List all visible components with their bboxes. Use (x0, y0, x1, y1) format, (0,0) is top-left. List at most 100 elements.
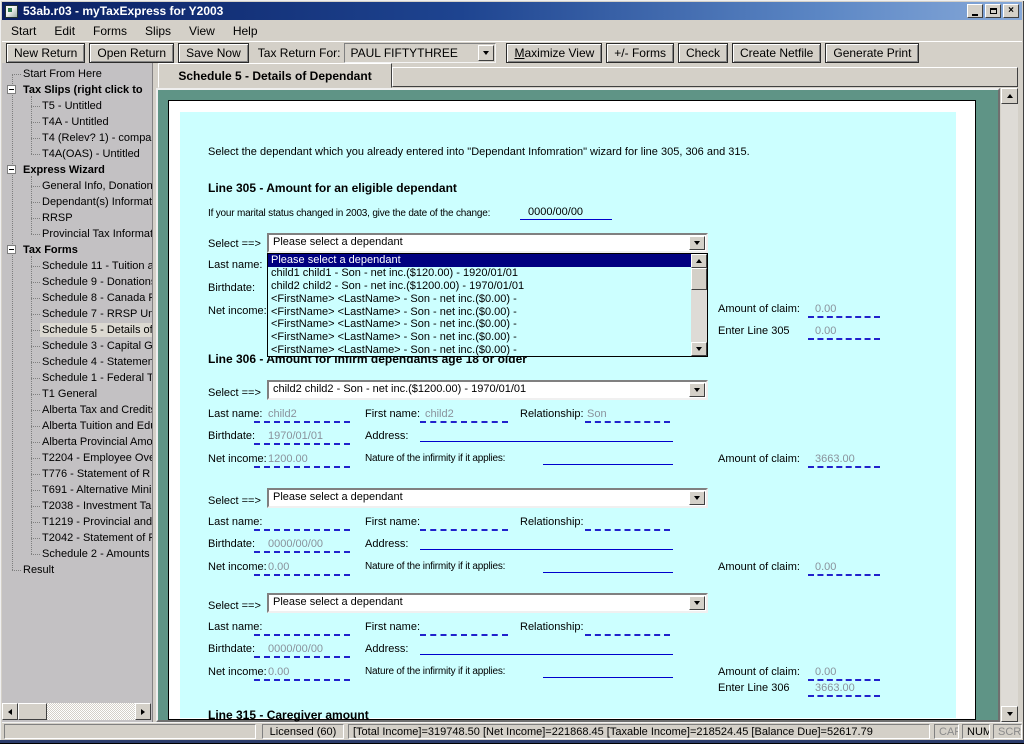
dropdown-option-4[interactable]: <FirstName> <LastName> - Son - net inc.(… (268, 306, 691, 319)
combo-arrow-button[interactable] (689, 596, 705, 610)
dropdown-option-6[interactable]: <FirstName> <LastName> - Son - net inc.(… (268, 331, 691, 344)
tree-expander-icon[interactable] (7, 165, 16, 174)
minimize-button[interactable] (967, 4, 983, 18)
sidebar-item-alberta-provincial-amou[interactable]: Alberta Provincial Amou (40, 434, 153, 450)
dependant-combobox-g3[interactable]: Please select a dependant (267, 593, 708, 613)
sidebar-horizontal-scrollbar[interactable] (2, 703, 151, 720)
dropdown-option-7[interactable]: <FirstName> <LastName> - Son - net inc.(… (268, 344, 691, 357)
menu-item-start[interactable]: Start (2, 21, 45, 41)
menu-item-forms[interactable]: Forms (84, 21, 136, 41)
scroll-up-button[interactable] (691, 254, 707, 268)
combo-arrow-button[interactable] (689, 236, 705, 250)
address-input-g3[interactable] (420, 654, 673, 655)
menu-item-slips[interactable]: Slips (136, 21, 180, 41)
combo-arrow-button[interactable] (689, 491, 705, 505)
sidebar-item-schedule-11-tuition-a[interactable]: Schedule 11 - Tuition a (40, 258, 153, 274)
sidebar-item-t2204-employee-over[interactable]: T2204 - Employee Over (40, 450, 153, 466)
marital-change-underline[interactable] (520, 219, 612, 220)
toolbar-generate-print-button[interactable]: Generate Print (825, 43, 919, 63)
sidebar-item-t2042-statement-of-f[interactable]: T2042 - Statement of F (40, 530, 153, 546)
tax-return-for-combobox[interactable]: PAUL FIFTYTHREE (344, 43, 496, 63)
scroll-up-button[interactable] (1001, 88, 1018, 104)
toolbar-maximize-view-button[interactable]: Maximize View (506, 43, 602, 63)
scrollbar-thumb[interactable] (18, 703, 47, 720)
sidebar-item-label: T1219 - Provincial and (40, 515, 153, 529)
toolbar-open-return-button[interactable]: Open Return (89, 43, 174, 63)
tab-label: Schedule 5 - Details of Dependant (178, 69, 371, 83)
sidebar-item-schedule-8-canada-p[interactable]: Schedule 8 - Canada P (40, 290, 153, 306)
menu-item-edit[interactable]: Edit (45, 21, 84, 41)
sidebar-item-alberta-tuition-and-edu[interactable]: Alberta Tuition and Edu (40, 418, 153, 434)
combo-arrow-button[interactable] (478, 45, 494, 61)
sidebar-item-schedule-9-donations[interactable]: Schedule 9 - Donations (40, 274, 153, 290)
sidebar-item-t4-relev-1-compan[interactable]: T4 (Relev? 1) - compan (40, 130, 153, 146)
sidebar-item-t2038-investment-ta[interactable]: T2038 - Investment Ta (40, 498, 153, 514)
nature-input-g1[interactable] (543, 464, 673, 465)
sidebar-item-t4a-untitled[interactable]: T4A - Untitled (40, 114, 153, 130)
sidebar-item-schedule-1-federal-ta[interactable]: Schedule 1 - Federal Ta (40, 370, 153, 386)
toolbar-create-netfile-button[interactable]: Create Netfile (732, 43, 821, 63)
sidebar-item-t691-alternative-mini[interactable]: T691 - Alternative Mini (40, 482, 153, 498)
scrollbar-thumb[interactable] (691, 268, 707, 290)
dependant-combobox-g1[interactable]: child2 child2 - Son - net inc.($1200.00)… (267, 380, 708, 400)
scroll-down-button[interactable] (691, 342, 707, 356)
toolbar-check-button[interactable]: Check (678, 43, 728, 63)
address-input-g1[interactable] (420, 441, 673, 442)
close-button[interactable]: × (1003, 4, 1019, 18)
toolbar-forms-button[interactable]: +/- Forms (606, 43, 674, 63)
sidebar-item-schedule-7-rrsp-unu[interactable]: Schedule 7 - RRSP Unu (40, 306, 153, 322)
sidebar-item-schedule-4-statement[interactable]: Schedule 4 - Statement (40, 354, 153, 370)
restore-button[interactable] (985, 4, 1001, 18)
menu-item-view[interactable]: View (180, 21, 224, 41)
combo-arrow-button[interactable] (689, 383, 705, 397)
sidebar-item-general-info-donation[interactable]: General Info, Donation (40, 178, 153, 194)
scroll-right-button[interactable] (135, 703, 151, 720)
sidebar-item-schedule-3-capital-ga[interactable]: Schedule 3 - Capital Ga (40, 338, 153, 354)
sidebar-item-t776-statement-of-r[interactable]: T776 - Statement of R (40, 466, 153, 482)
sidebar-item-t1-general[interactable]: T1 General (40, 386, 153, 402)
sidebar-item-result[interactable]: Result (21, 562, 153, 578)
menu-item-help[interactable]: Help (224, 21, 267, 41)
dropdown-option-3[interactable]: <FirstName> <LastName> - Son - net inc.(… (268, 293, 691, 306)
sidebar-item-dependant-s-informat[interactable]: Dependant(s) Informat (40, 194, 153, 210)
tree-expander-icon[interactable] (7, 245, 16, 254)
tree-connector (31, 234, 40, 235)
sidebar-item-rrsp[interactable]: RRSP (40, 210, 153, 226)
tab-schedule5-details-of-dependant[interactable]: Schedule 5 - Details of Dependant (158, 63, 392, 88)
dependant-combobox-305[interactable]: Please select a dependant (267, 233, 708, 253)
dependant-combobox-g2[interactable]: Please select a dependant (267, 488, 708, 508)
birthdate-value-g1: 1970/01/01 (268, 430, 323, 442)
dropdown-option-0[interactable]: Please select a dependant (268, 254, 691, 267)
toolbar-save-now-button[interactable]: Save Now (178, 43, 249, 63)
scroll-left-button[interactable] (2, 703, 18, 720)
sidebar-item-t4a-oas-untitled[interactable]: T4A(OAS) - Untitled (40, 146, 153, 162)
sidebar-item-t1219-provincial-and[interactable]: T1219 - Provincial and (40, 514, 153, 530)
sidebar-item-t5-untitled[interactable]: T5 - Untitled (40, 98, 153, 114)
dependant-dropdown-list[interactable]: Please select a dependantchild1 child1 -… (267, 253, 708, 357)
sidebar-item-provincial-tax-informat[interactable]: Provincial Tax Informat (40, 226, 153, 242)
sidebar-item-express-wizard[interactable]: Express Wizard (21, 162, 153, 178)
dropdown-option-5[interactable]: <FirstName> <LastName> - Son - net inc.(… (268, 318, 691, 331)
toolbar-new-return-button[interactable]: New Return (6, 43, 85, 63)
sidebar-item-schedule-2-amounts[interactable]: Schedule 2 - Amounts (40, 546, 153, 562)
marital-change-value[interactable]: 0000/00/00 (528, 206, 583, 218)
sidebar-item-alberta-tax-and-credits[interactable]: Alberta Tax and Credits (40, 402, 153, 418)
birthdate-value-g3: 0000/00/00 (268, 643, 323, 655)
dropdown-scrollbar[interactable] (691, 254, 707, 356)
amount-of-claim-value-g2: 0.00 (815, 561, 836, 573)
address-input-g2[interactable] (420, 549, 673, 550)
num-lock-indicator: NUM (962, 724, 990, 739)
nature-label-g3: Nature of the infirmity if it applies: (365, 666, 505, 677)
scroll-down-button[interactable] (1001, 706, 1018, 722)
sidebar-item-schedule-5-details-of[interactable]: Schedule 5 - Details of (40, 322, 153, 338)
main-vertical-scrollbar[interactable] (1001, 88, 1018, 722)
sidebar-item-tax-forms[interactable]: Tax Forms (21, 242, 153, 258)
tree-expander-icon[interactable] (7, 85, 16, 94)
dropdown-option-1[interactable]: child1 child1 - Son - net inc.($120.00) … (268, 267, 691, 280)
sidebar-item-tax-slips-right-click-to[interactable]: Tax Slips (right click to (21, 82, 153, 98)
dropdown-option-2[interactable]: child2 child2 - Son - net inc.($1200.00)… (268, 280, 691, 293)
nature-input-g2[interactable] (543, 572, 673, 573)
nature-input-g3[interactable] (543, 677, 673, 678)
tree-connector (31, 314, 40, 315)
sidebar-item-start-from-here[interactable]: Start From Here (21, 66, 153, 82)
